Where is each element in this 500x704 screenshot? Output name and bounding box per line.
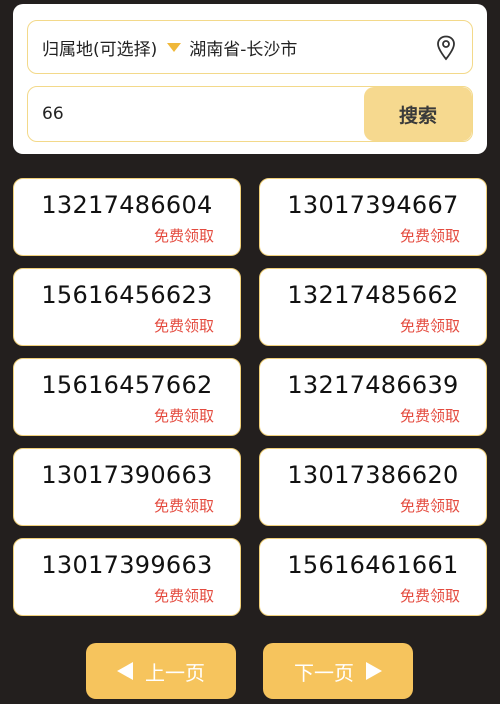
claim-link[interactable]: 免费领取 (400, 225, 460, 246)
claim-link[interactable]: 免费领取 (400, 405, 460, 426)
search-button[interactable]: 搜索 (364, 87, 472, 141)
number-card[interactable]: 13217486604 免费领取 (13, 178, 241, 256)
claim-link[interactable]: 免费领取 (154, 585, 214, 606)
number-card[interactable]: 13017390663 免费领取 (13, 448, 241, 526)
number-card[interactable]: 15616456623 免费领取 (13, 268, 241, 346)
number-card[interactable]: 13017399663 免费领取 (13, 538, 241, 616)
location-pin-icon[interactable] (436, 35, 456, 61)
number-card[interactable]: 13217485662 免费领取 (259, 268, 487, 346)
phone-number: 13217486604 (41, 191, 213, 219)
phone-number: 13017390663 (41, 461, 213, 489)
claim-link[interactable]: 免费领取 (154, 495, 214, 516)
next-page-label: 下一页 (294, 660, 354, 685)
phone-number: 13017394667 (287, 191, 459, 219)
number-card[interactable]: 15616461661 免费领取 (259, 538, 487, 616)
prev-page-label: 上一页 (145, 660, 205, 685)
next-page-button[interactable]: 下一页 (263, 643, 413, 699)
claim-link[interactable]: 免费领取 (154, 225, 214, 246)
number-card[interactable]: 13217486639 免费领取 (259, 358, 487, 436)
search-input[interactable] (28, 87, 364, 141)
arrow-left-icon (117, 662, 133, 680)
region-label: 归属地(可选择) (42, 39, 158, 60)
search-panel: 归属地(可选择) 湖南省-长沙市 搜索 (13, 4, 487, 154)
search-bar: 搜索 (27, 86, 473, 142)
number-card[interactable]: 13017386620 免费领取 (259, 448, 487, 526)
phone-number: 13217486639 (287, 371, 459, 399)
region-selector[interactable]: 归属地(可选择) 湖南省-长沙市 (27, 20, 473, 74)
claim-link[interactable]: 免费领取 (154, 405, 214, 426)
prev-page-button[interactable]: 上一页 (86, 643, 236, 699)
phone-number: 15616461661 (287, 551, 459, 579)
phone-number: 15616457662 (41, 371, 213, 399)
region-value: 湖南省-长沙市 (189, 39, 298, 60)
claim-link[interactable]: 免费领取 (400, 495, 460, 516)
claim-link[interactable]: 免费领取 (400, 315, 460, 336)
phone-number: 13217485662 (287, 281, 459, 309)
phone-number: 13017399663 (41, 551, 213, 579)
phone-number: 15616456623 (41, 281, 213, 309)
claim-link[interactable]: 免费领取 (154, 315, 214, 336)
phone-number: 13017386620 (287, 461, 459, 489)
number-card[interactable]: 13017394667 免费领取 (259, 178, 487, 256)
caret-down-icon[interactable] (167, 42, 182, 52)
number-card[interactable]: 15616457662 免费领取 (13, 358, 241, 436)
claim-link[interactable]: 免费领取 (400, 585, 460, 606)
arrow-right-icon (366, 662, 382, 680)
